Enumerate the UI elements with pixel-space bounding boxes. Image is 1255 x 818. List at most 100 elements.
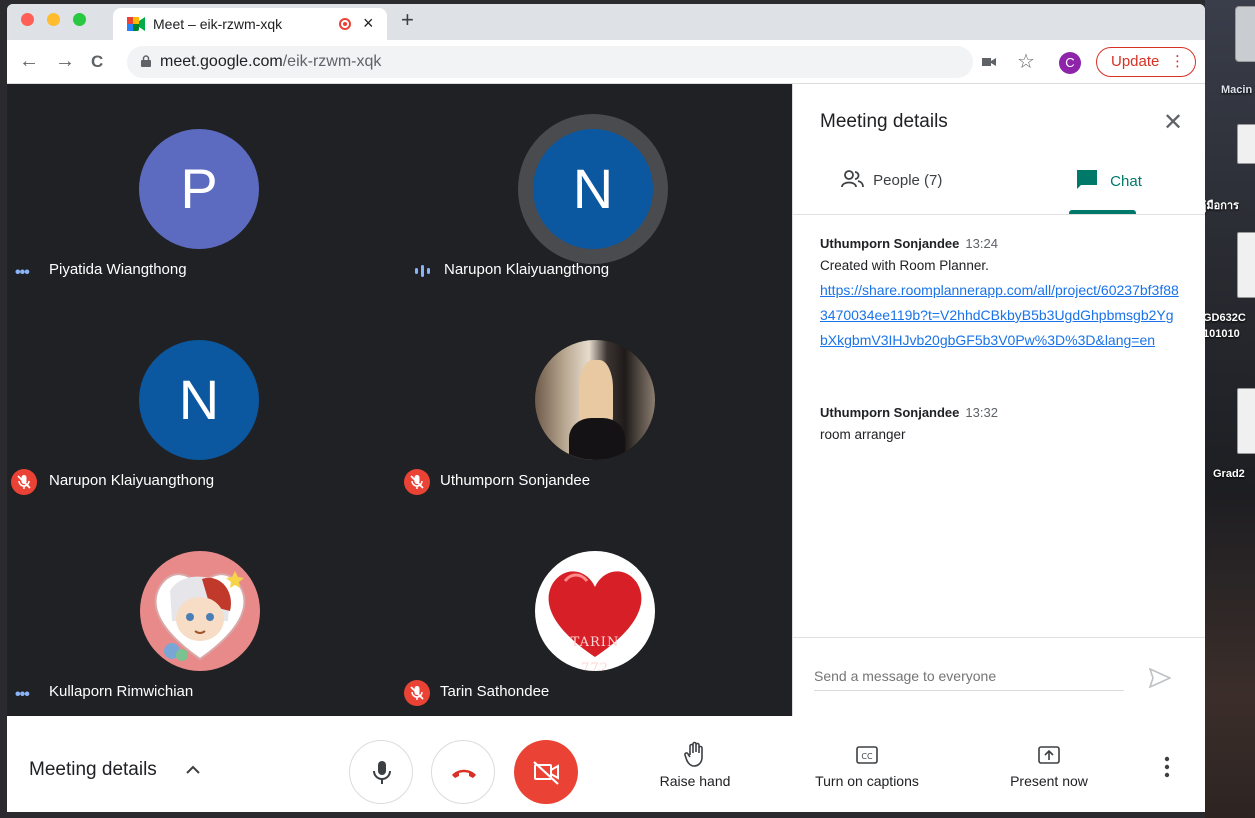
- tab-bar: Meet – eik-rzwm-xqk × +: [7, 4, 1205, 40]
- message-text: room arranger: [820, 427, 906, 442]
- tab-title: Meet – eik-rzwm-xqk: [153, 16, 283, 32]
- divider: [793, 637, 1205, 638]
- hand-icon: [684, 741, 703, 767]
- forward-button[interactable]: →: [55, 50, 75, 73]
- muted-mic-icon: [11, 469, 37, 495]
- participant-name: Uthumporn Sonjandee: [440, 472, 591, 489]
- profile-avatar[interactable]: C: [1059, 52, 1081, 74]
- document-icon[interactable]: [1237, 124, 1255, 164]
- tab-chat[interactable]: Chat: [1076, 169, 1142, 191]
- raise-hand-button[interactable]: Raise hand: [647, 741, 743, 789]
- tab-people-label: People (7): [873, 172, 943, 189]
- video-grid: P ••• Piyatida Wiangthong N Narupon Klai…: [7, 84, 792, 716]
- participant-tile[interactable]: TARIN 772 Tarin Sathondee: [400, 506, 792, 716]
- leave-call-button[interactable]: [431, 740, 495, 804]
- camera-off-icon: [533, 761, 559, 785]
- participant-name: Piyatida Wiangthong: [49, 261, 187, 278]
- message-time: 13:24: [965, 236, 998, 251]
- camera-in-use-icon[interactable]: [982, 57, 996, 67]
- captions-button[interactable]: CC Turn on captions: [802, 741, 932, 789]
- captions-icon: CC: [856, 746, 878, 764]
- captions-icon-text: CC: [861, 752, 873, 761]
- browser-toolbar: ← → C meet.google.com/eik-rzwm-xqk ☆ C U…: [7, 40, 1205, 84]
- meet-favicon-icon: [127, 17, 145, 31]
- present-now-label: Present now: [1010, 773, 1088, 789]
- desktop-label: คู่มือการ: [1205, 200, 1239, 212]
- tab-close-icon[interactable]: ×: [363, 13, 374, 34]
- close-window-button[interactable]: [21, 13, 34, 26]
- document-icon[interactable]: [1237, 232, 1255, 298]
- hang-up-icon: [452, 769, 476, 778]
- participant-photo: TARIN 772: [535, 551, 655, 671]
- document-icon[interactable]: [1237, 388, 1255, 454]
- participant-tile[interactable]: ••• Kullaporn Rimwichian: [7, 506, 399, 716]
- update-label: Update: [1111, 53, 1160, 70]
- back-button[interactable]: ←: [19, 50, 39, 73]
- new-tab-button[interactable]: +: [401, 7, 414, 33]
- sender-name: Uthumporn Sonjandee: [820, 405, 960, 420]
- participant-tile[interactable]: P ••• Piyatida Wiangthong: [7, 84, 399, 294]
- participant-avatar: N: [533, 129, 653, 249]
- muted-mic-icon: [404, 680, 430, 706]
- bookmark-star-icon[interactable]: ☆: [1017, 49, 1035, 74]
- address-bar[interactable]: meet.google.com/eik-rzwm-xqk: [127, 46, 973, 78]
- avatar-text: 772: [581, 661, 609, 671]
- participant-tile[interactable]: N Narupon Klaiyuangthong: [400, 84, 792, 294]
- message-link[interactable]: https://share.roomplannerapp.com/all/pro…: [820, 278, 1180, 353]
- message-time: 13:32: [965, 405, 998, 420]
- raise-hand-label: Raise hand: [659, 773, 731, 789]
- audio-activity-icon: •••: [15, 686, 30, 703]
- desktop-label: Macin: [1221, 84, 1253, 96]
- menu-dots-icon: ⋮: [1170, 53, 1185, 70]
- zoom-window-button[interactable]: [73, 13, 86, 26]
- sender-name: Uthumporn Sonjandee: [820, 236, 960, 251]
- browser-window: Meet – eik-rzwm-xqk × + ← → C meet.googl…: [7, 4, 1205, 812]
- camera-toggle-button[interactable]: [514, 740, 578, 804]
- participant-photo: [140, 551, 260, 671]
- chat-message-input[interactable]: [814, 668, 1124, 691]
- close-panel-icon[interactable]: ✕: [1163, 108, 1183, 137]
- desktop-background: Macin คู่มือการ GD632C 101010 Grad2: [1205, 0, 1255, 818]
- meeting-details-button[interactable]: Meeting details: [29, 759, 157, 781]
- people-icon: [841, 170, 864, 188]
- url-path: /eik-rzwm-xqk: [282, 53, 382, 70]
- chat-icon: [1077, 170, 1097, 189]
- tab-people[interactable]: People (7): [841, 169, 942, 189]
- url-host: meet.google.com: [160, 53, 283, 70]
- desktop-label: Grad2: [1213, 468, 1245, 480]
- participant-avatar: N: [139, 340, 259, 460]
- microphone-icon: [373, 761, 391, 784]
- url-text: meet.google.com/eik-rzwm-xqk: [160, 53, 381, 71]
- muted-mic-icon: [404, 469, 430, 495]
- update-button[interactable]: Update ⋮: [1096, 47, 1196, 77]
- panel-title: Meeting details: [820, 111, 948, 132]
- hard-drive-icon[interactable]: [1235, 6, 1255, 62]
- participant-tile[interactable]: Uthumporn Sonjandee: [400, 295, 792, 505]
- message-sender: Uthumporn Sonjandee 13:32: [820, 405, 998, 420]
- recording-indicator-icon: [339, 18, 351, 30]
- present-now-button[interactable]: Present now: [997, 741, 1101, 789]
- chevron-up-icon[interactable]: [185, 763, 201, 775]
- microphone-button[interactable]: [349, 740, 413, 804]
- participant-name: Narupon Klaiyuangthong: [49, 472, 215, 489]
- anime-avatar-icon: [154, 571, 246, 661]
- meeting-control-bar: Meeting details Raise hand CC Turn on ca…: [7, 716, 1205, 812]
- divider: [793, 214, 1205, 215]
- captions-label: Turn on captions: [815, 773, 919, 789]
- speaking-bars-icon: [415, 265, 430, 277]
- meeting-details-panel: Meeting details ✕ People (7) Chat Uthump…: [792, 84, 1205, 716]
- send-icon[interactable]: [1149, 668, 1171, 688]
- message-text: Created with Room Planner.: [820, 258, 989, 273]
- lock-icon: [141, 55, 151, 67]
- more-options-icon[interactable]: [1164, 756, 1170, 778]
- reload-button[interactable]: C: [91, 52, 103, 72]
- desktop-label: 101010: [1205, 328, 1240, 340]
- desktop-label: GD632C: [1205, 312, 1246, 324]
- minimize-window-button[interactable]: [47, 13, 60, 26]
- participant-tile[interactable]: N Narupon Klaiyuangthong: [7, 295, 399, 505]
- browser-tab-meet[interactable]: Meet – eik-rzwm-xqk ×: [113, 8, 387, 40]
- participant-name: Narupon Klaiyuangthong: [444, 261, 610, 278]
- present-screen-icon: [1038, 746, 1060, 764]
- participant-photo: [535, 340, 655, 460]
- participant-avatar: P: [139, 129, 259, 249]
